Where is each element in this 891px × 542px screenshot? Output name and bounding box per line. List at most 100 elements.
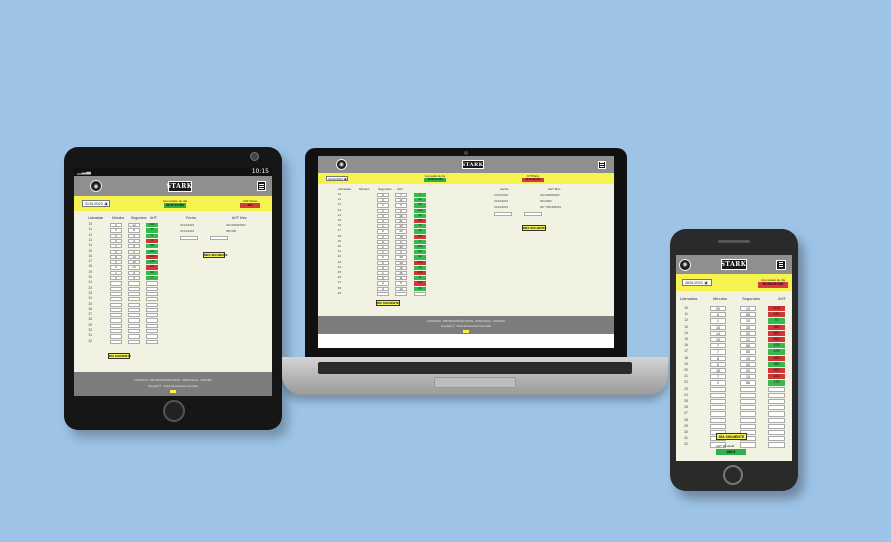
minutes-input[interactable]: 1 [110, 270, 122, 275]
calendar-icon[interactable]: ▣ [344, 177, 347, 181]
seconds-input[interactable]: 10 [395, 260, 407, 265]
seconds-input[interactable]: 4 [128, 233, 140, 238]
minutes-input[interactable]: 0 [110, 238, 122, 244]
minutes-input[interactable] [710, 411, 726, 417]
seconds-input[interactable] [128, 318, 140, 323]
seconds-input[interactable]: 12 [128, 223, 140, 228]
aht-empty[interactable] [146, 297, 158, 302]
aht-empty[interactable] [146, 281, 158, 286]
calendar-icon[interactable]: ▣ [105, 202, 108, 206]
next-day-button[interactable]: DÍA SIGUIENTE [716, 433, 747, 440]
seconds-input[interactable]: 10 [128, 260, 140, 265]
aht-empty[interactable] [768, 436, 785, 442]
next-month-button[interactable]: MES SIGUIENTE [522, 225, 547, 231]
minutes-input[interactable]: 1 [377, 203, 389, 208]
date-input[interactable]: 31/01/2023 ▣ [82, 200, 110, 207]
minutes-input[interactable]: 10 [710, 337, 726, 343]
aht-empty[interactable] [768, 430, 785, 436]
seconds-input[interactable] [740, 411, 756, 417]
next-day-button[interactable]: DÍA SIGUIENTE [376, 300, 400, 306]
seconds-input[interactable]: 2 [395, 250, 407, 255]
seconds-input[interactable]: 22 [395, 229, 407, 234]
minutes-input[interactable] [110, 334, 122, 339]
seconds-input[interactable]: 5 [395, 281, 407, 286]
minutes-input[interactable]: 3 [377, 234, 389, 239]
seconds-input[interactable] [128, 307, 140, 313]
aht-empty[interactable] [768, 442, 785, 448]
minutes-input[interactable] [110, 291, 122, 297]
menu-icon[interactable] [598, 160, 606, 169]
date-input[interactable]: 26/01/2023 ▣ [682, 279, 712, 286]
seconds-input[interactable] [128, 291, 140, 297]
seconds-input[interactable]: 10 [740, 318, 756, 324]
minutes-input[interactable]: 0 [377, 198, 389, 203]
aht-empty[interactable] [146, 313, 158, 318]
seconds-input[interactable]: 3 [128, 238, 140, 244]
seconds-input[interactable]: 15 [395, 234, 407, 239]
minutes-input[interactable]: 7 [710, 374, 726, 380]
minutes-input[interactable]: 15 [710, 368, 726, 374]
seconds-input[interactable]: 40 [395, 255, 407, 260]
minutes-input[interactable] [710, 423, 726, 429]
seconds-input[interactable] [740, 417, 756, 423]
seconds-input[interactable]: 55 [740, 312, 756, 318]
seconds-input[interactable] [128, 313, 140, 318]
minutes-input[interactable] [110, 286, 122, 291]
seconds-input[interactable] [128, 334, 140, 339]
seconds-input[interactable] [395, 291, 407, 296]
seconds-input[interactable]: 11 [395, 276, 407, 281]
minutes-input[interactable]: 5 [710, 361, 726, 367]
seconds-input[interactable]: 10 [740, 374, 756, 380]
minutes-input[interactable]: 8 [110, 254, 122, 260]
minutes-input[interactable]: 0 [110, 233, 122, 238]
minutes-input[interactable]: 6 [710, 312, 726, 318]
aht-empty[interactable] [414, 291, 426, 296]
minutes-input[interactable] [710, 399, 726, 405]
minutes-input[interactable]: 15 [710, 324, 726, 330]
minutes-input[interactable]: 0 [377, 286, 389, 291]
next-month-button[interactable]: MES SIGUIENTE [203, 252, 228, 258]
aht-empty[interactable] [768, 399, 785, 405]
minutes-input[interactable] [110, 313, 122, 318]
seconds-input[interactable]: 30 [395, 245, 407, 250]
seconds-input[interactable]: 8 [128, 244, 140, 249]
minutes-input[interactable]: 7 [710, 343, 726, 349]
minutes-input[interactable]: 4 [377, 219, 389, 224]
minutes-input[interactable]: 5 [377, 260, 389, 265]
aht-empty[interactable] [146, 329, 158, 334]
minutes-input[interactable] [110, 318, 122, 323]
minutes-input[interactable]: 1 [110, 244, 122, 249]
footer-links[interactable]: CONTACTO · PROTECCIÓN DE DATOS · AVISO L… [74, 379, 272, 382]
seconds-input[interactable]: 5 [128, 270, 140, 275]
seconds-input[interactable]: 7 [395, 193, 407, 198]
seconds-input[interactable]: 10 [740, 306, 756, 312]
minutes-input[interactable] [710, 417, 726, 423]
seconds-input[interactable] [740, 405, 756, 411]
minutes-input[interactable]: 1 [377, 224, 389, 229]
minutes-input[interactable]: 0 [110, 228, 122, 233]
minutes-input[interactable] [377, 291, 389, 296]
seconds-input[interactable] [128, 297, 140, 302]
minutes-input[interactable]: 2 [377, 245, 389, 250]
seconds-input[interactable]: 56 [740, 380, 756, 386]
minutes-input[interactable]: 0 [377, 193, 389, 198]
trackpad[interactable] [434, 377, 516, 388]
menu-icon[interactable] [257, 181, 266, 191]
seconds-input[interactable]: 55 [740, 349, 756, 355]
seconds-input[interactable]: 12 [740, 337, 756, 343]
seconds-input[interactable] [128, 339, 140, 344]
logo-icon[interactable]: ◉ [679, 258, 691, 271]
logo-icon[interactable]: ◉ [336, 159, 347, 170]
minutes-input[interactable]: 0 [377, 255, 389, 260]
seconds-input[interactable]: 15 [128, 254, 140, 260]
seconds-input[interactable]: 10 [740, 355, 756, 361]
seconds-input[interactable] [128, 323, 140, 328]
minutes-input[interactable] [110, 329, 122, 334]
minutes-input[interactable]: 4 [110, 223, 122, 228]
aht-empty[interactable] [146, 339, 158, 344]
aht-empty[interactable] [768, 392, 785, 398]
minutes-input[interactable]: 2 [377, 281, 389, 286]
minutes-input[interactable]: 20 [710, 306, 726, 312]
minutes-input[interactable]: 5 [110, 249, 122, 254]
minutes-input[interactable] [110, 323, 122, 328]
